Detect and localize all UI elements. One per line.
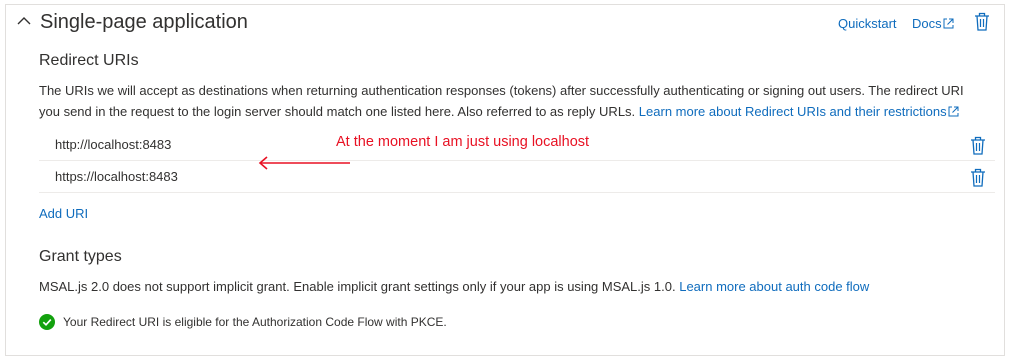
delete-uri-trash-icon[interactable] [970, 136, 986, 155]
redirect-uris-description: The URIs we will accept as destinations … [39, 80, 987, 122]
docs-link[interactable]: Docs [912, 16, 954, 31]
delete-platform-trash-icon[interactable] [974, 12, 990, 31]
redirect-uri-value[interactable]: https://localhost:8483 [55, 169, 178, 184]
add-uri-link[interactable]: Add URI [39, 206, 88, 221]
learn-more-auth-code-link[interactable]: Learn more about auth code flow [679, 279, 869, 294]
checkmark-circle-icon [39, 314, 55, 330]
quickstart-link[interactable]: Quickstart [838, 16, 897, 31]
chevron-up-icon[interactable] [16, 15, 32, 27]
docs-link-label: Docs [912, 16, 942, 31]
external-link-icon [948, 106, 959, 117]
grant-types-heading: Grant types [39, 248, 122, 265]
learn-more-redirect-label: Learn more about Redirect URIs and their… [638, 104, 947, 119]
redirect-uris-heading: Redirect URIs [39, 52, 139, 69]
pkce-status-text: Your Redirect URI is eligible for the Au… [63, 315, 447, 329]
redirect-uri-value[interactable]: http://localhost:8483 [55, 137, 171, 152]
section-title: Single-page application [40, 11, 248, 33]
delete-uri-trash-icon[interactable] [970, 168, 986, 187]
annotation-text: At the moment I am just using localhost [336, 134, 590, 150]
external-link-icon [943, 18, 954, 29]
arrow-left-icon [258, 156, 350, 170]
learn-more-redirect-link[interactable]: Learn more about Redirect URIs and their… [639, 104, 959, 119]
grant-types-description: MSAL.js 2.0 does not support implicit gr… [39, 276, 999, 297]
grant-description-text: MSAL.js 2.0 does not support implicit gr… [39, 279, 676, 294]
redirect-uri-row: https://localhost:8483 [39, 161, 995, 193]
